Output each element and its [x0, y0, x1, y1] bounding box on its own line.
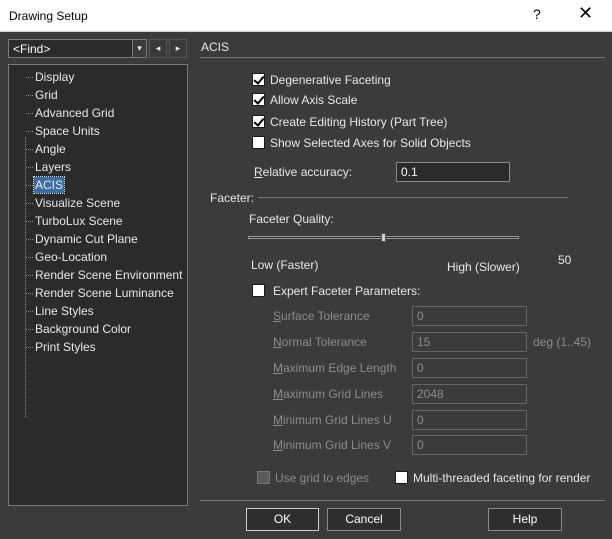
tree-guide-branch [26, 239, 33, 240]
tree-guide-branch [26, 149, 33, 150]
param-label: Surface Tolerance [273, 309, 370, 323]
tree-item-dynamic-cut-plane[interactable]: Dynamic Cut Plane [34, 231, 139, 247]
section-divider [200, 57, 605, 58]
prev-arrow-icon[interactable]: ◂ [149, 39, 167, 58]
use-grid-to-edges-checkbox[interactable] [257, 471, 270, 484]
settings-tree[interactable]: Display Grid Advanced Grid Space Units Angle… [8, 64, 188, 506]
param-label-accel: M [273, 361, 283, 375]
use-grid-to-edges-label: Use grid to edges [275, 471, 370, 485]
param-input[interactable]: 0 [412, 435, 527, 455]
param-label-accel: M [273, 438, 283, 452]
expert-faceter-label: Expert Faceter Parameters: [273, 284, 421, 298]
find-combobox[interactable]: <Find> ▾ [8, 39, 147, 58]
degenerative-faceting-label: Degenerative Faceting [270, 73, 391, 87]
param-label-accel: N [273, 335, 282, 349]
footer-divider [200, 500, 605, 501]
tree-item-layers[interactable]: Layers [34, 159, 72, 175]
find-input[interactable]: <Find> [13, 42, 50, 56]
param-input[interactable]: 0 [412, 306, 527, 326]
relative-accuracy-label: Relative accuracy: [254, 165, 352, 179]
tree-guide-line [25, 137, 26, 417]
tree-item-grid[interactable]: Grid [34, 87, 59, 103]
faceter-quality-slider-thumb[interactable] [381, 233, 386, 242]
param-label: Minimum Grid Lines U [273, 413, 392, 427]
param-label-accel: M [273, 413, 283, 427]
high-slower-label: High (Slower) [447, 260, 520, 274]
relative-accuracy-accel: R [254, 165, 263, 179]
tree-item-angle[interactable]: Angle [34, 141, 67, 157]
param-label-accel: M [273, 387, 283, 401]
cancel-button[interactable]: Cancel [327, 508, 401, 531]
low-faster-label: Low (Faster) [251, 258, 319, 272]
tree-guide-branch [26, 293, 33, 294]
tree-item-visualize-scene[interactable]: Visualize Scene [34, 195, 121, 211]
create-editing-history-checkbox[interactable] [252, 115, 265, 128]
close-icon[interactable]: ✕ [578, 3, 593, 24]
tree-item-space-units[interactable]: Space Units [34, 123, 101, 139]
tree-guide-branch [26, 221, 33, 222]
window-title: Drawing Setup [9, 9, 88, 23]
relative-accuracy-text: elative accuracy: [262, 165, 353, 179]
tree-guide-branch [26, 131, 33, 132]
param-label-text: inimum Grid Lines U [283, 413, 392, 427]
param-label-accel: S [273, 309, 282, 323]
tree-guide-branch [26, 167, 33, 168]
param-label: Maximum Grid Lines [273, 387, 383, 401]
param-label-text: inimum Grid Lines V [283, 438, 392, 452]
tree-guide-branch [26, 275, 33, 276]
tree-item-line-styles[interactable]: Line Styles [34, 303, 95, 319]
ok-button[interactable]: OK [246, 508, 319, 531]
faceter-quality-value: 50 [558, 253, 572, 267]
create-editing-history-label: Create Editing History (Part Tree) [270, 115, 448, 129]
title-bar: Drawing Setup ? ✕ [0, 0, 612, 32]
show-selected-axes-checkbox[interactable] [252, 136, 265, 149]
tree-item-acis[interactable]: ACIS [32, 176, 66, 194]
faceter-group-label: Faceter: [210, 191, 255, 205]
tree-guide-branch [26, 347, 33, 348]
param-input[interactable]: 0 [412, 410, 527, 430]
tree-guide-branch [26, 77, 33, 78]
param-input[interactable]: 2048 [412, 384, 527, 404]
expert-faceter-checkbox[interactable] [252, 284, 265, 297]
tree-guide-branch [26, 203, 33, 204]
chevron-down-icon[interactable]: ▾ [132, 40, 146, 57]
tree-guide-branch [26, 185, 33, 186]
param-label: Maximum Edge Length [273, 361, 396, 375]
tree-item-turbolux-scene[interactable]: TurboLux Scene [34, 213, 124, 229]
help-button[interactable]: Help [488, 508, 562, 531]
section-title: ACIS [201, 40, 230, 54]
tree-guide-branch [26, 311, 33, 312]
param-label-text: ormal Tolerance [281, 335, 367, 349]
multithreaded-faceting-label: Multi-threaded faceting for render [413, 471, 591, 485]
param-label: Normal Tolerance [273, 335, 367, 349]
param-input[interactable]: 15 [412, 332, 527, 352]
param-label-text: urface Tolerance [281, 309, 370, 323]
tree-item-print-styles[interactable]: Print Styles [34, 339, 97, 355]
param-unit: deg (1..45) [533, 335, 592, 349]
allow-axis-scale-checkbox[interactable] [252, 93, 265, 106]
tree-guide-branch [26, 257, 33, 258]
relative-accuracy-input[interactable]: 0.1 [396, 162, 510, 182]
tree-item-render-scene-environment[interactable]: Render Scene Environment [34, 267, 183, 283]
param-label-text: aximum Edge Length [283, 361, 397, 375]
faceter-divider [258, 197, 568, 198]
tree-item-advanced-grid[interactable]: Advanced Grid [34, 105, 115, 121]
param-label-text: aximum Grid Lines [283, 387, 384, 401]
tree-item-display[interactable]: Display [34, 69, 75, 85]
tree-guide-branch [26, 329, 33, 330]
degenerative-faceting-checkbox[interactable] [252, 73, 265, 86]
tree-guide-branch [26, 95, 33, 96]
tree-guide-branch [26, 113, 33, 114]
show-selected-axes-label: Show Selected Axes for Solid Objects [270, 136, 471, 150]
allow-axis-scale-label: Allow Axis Scale [270, 93, 358, 107]
tree-item-render-scene-luminance[interactable]: Render Scene Luminance [34, 285, 175, 301]
tree-item-background-color[interactable]: Background Color [34, 321, 132, 337]
next-arrow-icon[interactable]: ▸ [169, 39, 187, 58]
tree-item-geo-location[interactable]: Geo-Location [34, 249, 108, 265]
help-icon[interactable]: ? [533, 6, 541, 22]
faceter-quality-label: Faceter Quality: [249, 212, 334, 226]
param-label: Minimum Grid Lines V [273, 438, 391, 452]
param-input[interactable]: 0 [412, 358, 527, 378]
multithreaded-faceting-checkbox[interactable] [395, 471, 408, 484]
